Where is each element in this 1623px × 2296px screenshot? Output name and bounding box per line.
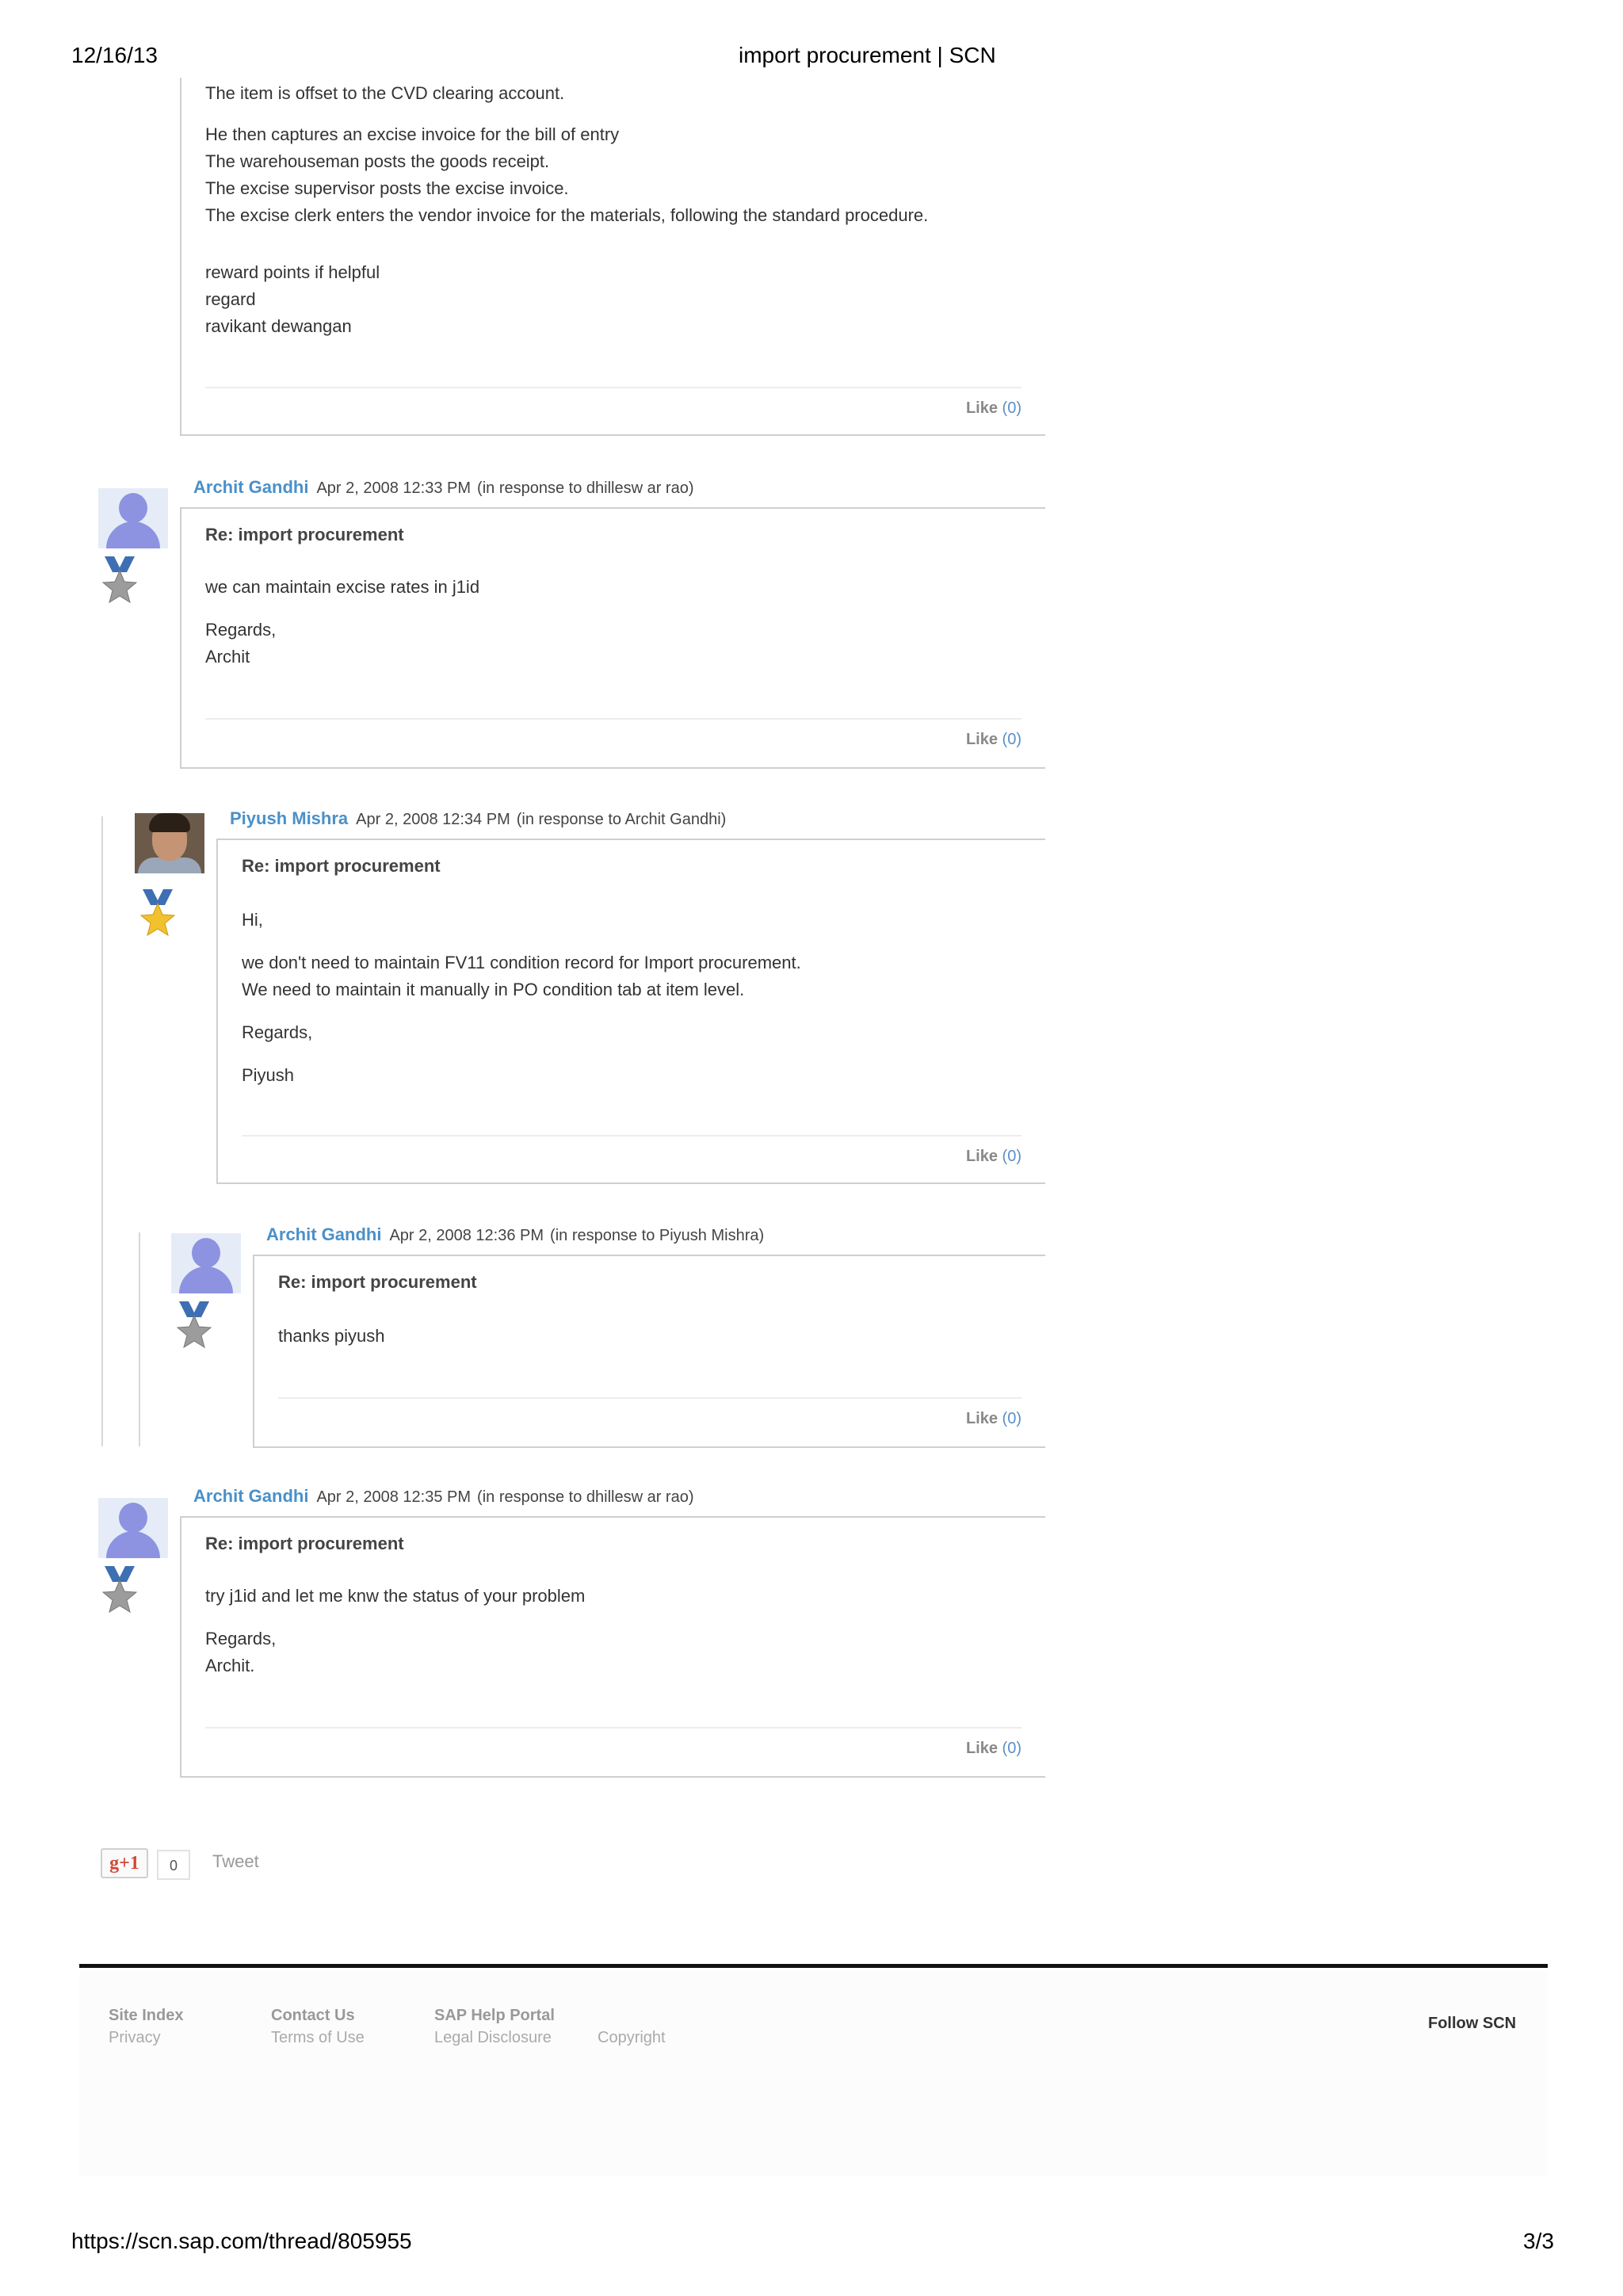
reply-card-top: The item is offset to the CVD clearing a… [180, 78, 1045, 436]
google-plus-count: 0 [157, 1850, 190, 1880]
like-count[interactable]: (0) [1002, 399, 1022, 417]
message-line: The excise clerk enters the vendor invoi… [205, 205, 929, 225]
author-link[interactable]: Archit Gandhi [266, 1224, 381, 1244]
reply-meta: Archit Gandhi Apr 2, 2008 12:36 PM (in res… [266, 1224, 764, 1245]
avatar[interactable] [135, 813, 204, 873]
thread-line [101, 816, 103, 1446]
like-count[interactable]: (0) [1002, 731, 1022, 748]
divider [205, 718, 1022, 720]
message-line: He then captures an excise invoice for t… [205, 124, 620, 144]
message-line: we don't need to maintain FV11 condition… [242, 953, 801, 972]
message-line: reward points if helpful [205, 262, 380, 282]
avatar[interactable] [171, 1233, 241, 1293]
like-label: Like [965, 1148, 998, 1165]
message-line: Regards, [242, 1022, 313, 1042]
like-count[interactable]: (0) [1002, 1148, 1022, 1165]
author-link[interactable]: Archit Gandhi [193, 477, 308, 497]
footer-divider [79, 1964, 1548, 1968]
like-button[interactable]: Like (0) [966, 1148, 1022, 1166]
in-response-link[interactable]: (in response to Piyush Mishra) [550, 1227, 764, 1244]
message-line: Archit [205, 647, 250, 667]
in-response-link[interactable]: (in response to Archit Gandhi) [517, 811, 727, 828]
like-button[interactable]: Like (0) [966, 1410, 1022, 1428]
author-link[interactable]: Archit Gandhi [193, 1486, 308, 1506]
message-line: The excise supervisor posts the excise i… [205, 178, 569, 198]
footer-link-help-portal[interactable]: SAP Help Portal [434, 2007, 555, 2025]
in-response-link[interactable]: (in response to dhillesw ar rao) [477, 479, 693, 497]
like-count[interactable]: (0) [1002, 1740, 1022, 1757]
in-response-link[interactable]: (in response to dhillesw ar rao) [477, 1488, 693, 1506]
divider [278, 1397, 1022, 1399]
divider [205, 387, 1022, 388]
google-plus-button[interactable]: g+1 [101, 1848, 148, 1878]
post-date: Apr 2, 2008 12:34 PM [356, 811, 510, 828]
gold-star-badge-icon [139, 889, 176, 937]
reply-subject: Re: import procurement [205, 525, 404, 544]
like-label: Like [965, 399, 998, 417]
print-page-number: 3/3 [1523, 2229, 1554, 2253]
footer-link-site-index[interactable]: Site Index [109, 2007, 183, 2025]
print-title: import procurement | SCN [739, 43, 996, 67]
silver-star-badge-icon [176, 1301, 212, 1349]
footer-link-terms[interactable]: Terms of Use [271, 2029, 365, 2047]
divider [242, 1135, 1022, 1137]
follow-scn-label: Follow SCN [1428, 2015, 1517, 2032]
message-line: The item is offset to the CVD clearing a… [205, 83, 565, 103]
reply-subject: Re: import procurement [242, 856, 441, 876]
message-line: The warehouseman posts the goods receipt… [205, 151, 550, 171]
like-label: Like [965, 1410, 998, 1427]
message-line: Piyush [242, 1065, 295, 1085]
footer-link-legal[interactable]: Legal Disclosure [434, 2029, 552, 2047]
message-line: Regards, [205, 1629, 277, 1648]
footer-link-copyright[interactable]: Copyright [598, 2029, 666, 2047]
message-line: thanks piyush [278, 1326, 385, 1346]
like-label: Like [965, 1740, 998, 1757]
message-line: We need to maintain it manually in PO co… [242, 980, 745, 999]
message-line: try j1id and let me knw the status of yo… [205, 1586, 586, 1606]
post-date: Apr 2, 2008 12:33 PM [316, 479, 472, 497]
print-date: 12/16/13 [71, 43, 158, 67]
silver-star-badge-icon [101, 556, 138, 604]
author-link[interactable]: Piyush Mishra [230, 808, 348, 828]
message-line: Regards, [205, 620, 277, 640]
reply-card: Re: import procurement try j1id and let … [180, 1516, 1045, 1778]
reply-card: Re: import procurement we can maintain e… [180, 507, 1045, 769]
print-url: https://scn.sap.com/thread/805955 [71, 2229, 412, 2253]
silver-star-badge-icon [101, 1566, 138, 1614]
divider [205, 1727, 1022, 1729]
avatar[interactable] [98, 488, 168, 548]
like-button[interactable]: Like (0) [966, 1740, 1022, 1758]
reply-meta: Archit Gandhi Apr 2, 2008 12:33 PM (in res… [193, 477, 694, 498]
reply-card: Re: import procurement thanks piyush Lik… [253, 1255, 1045, 1448]
footer-link-contact-us[interactable]: Contact Us [271, 2007, 355, 2025]
post-date: Apr 2, 2008 12:36 PM [389, 1227, 544, 1244]
like-count[interactable]: (0) [1002, 1410, 1022, 1427]
like-button[interactable]: Like (0) [966, 731, 1022, 749]
tweet-button[interactable]: Tweet [212, 1851, 259, 1872]
message-line: we can maintain excise rates in j1id [205, 577, 480, 597]
reply-subject: Re: import procurement [205, 1534, 404, 1553]
reply-card: Re: import procurement Hi, we don't need… [216, 839, 1045, 1184]
thread-line [139, 1232, 140, 1446]
post-date: Apr 2, 2008 12:35 PM [316, 1488, 472, 1506]
message-line: ravikant dewangan [205, 316, 352, 336]
site-footer [79, 1970, 1548, 2176]
message-line: Archit. [205, 1656, 255, 1675]
like-button[interactable]: Like (0) [966, 399, 1022, 418]
like-label: Like [965, 731, 998, 748]
reply-subject: Re: import procurement [278, 1272, 477, 1292]
reply-meta: Piyush Mishra Apr 2, 2008 12:34 PM (in res… [230, 808, 726, 829]
reply-meta: Archit Gandhi Apr 2, 2008 12:35 PM (in res… [193, 1486, 694, 1507]
avatar[interactable] [98, 1498, 168, 1558]
footer-link-privacy[interactable]: Privacy [109, 2029, 161, 2047]
message-line: regard [205, 289, 256, 309]
message-line: Hi, [242, 910, 263, 930]
